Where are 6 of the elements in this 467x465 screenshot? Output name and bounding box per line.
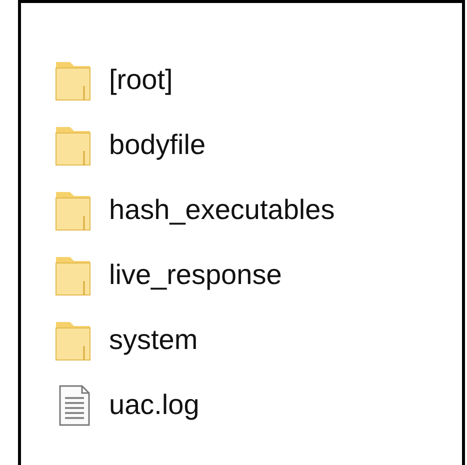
folder-name[interactable]: live_response	[109, 260, 282, 288]
folder-name[interactable]: [root]	[109, 66, 173, 94]
folder-name[interactable]: hash_executables	[109, 196, 335, 224]
folder-name[interactable]: system	[109, 326, 198, 354]
file-name[interactable]: uac.log	[109, 390, 200, 418]
folder-name[interactable]: bodyfile	[109, 130, 206, 158]
